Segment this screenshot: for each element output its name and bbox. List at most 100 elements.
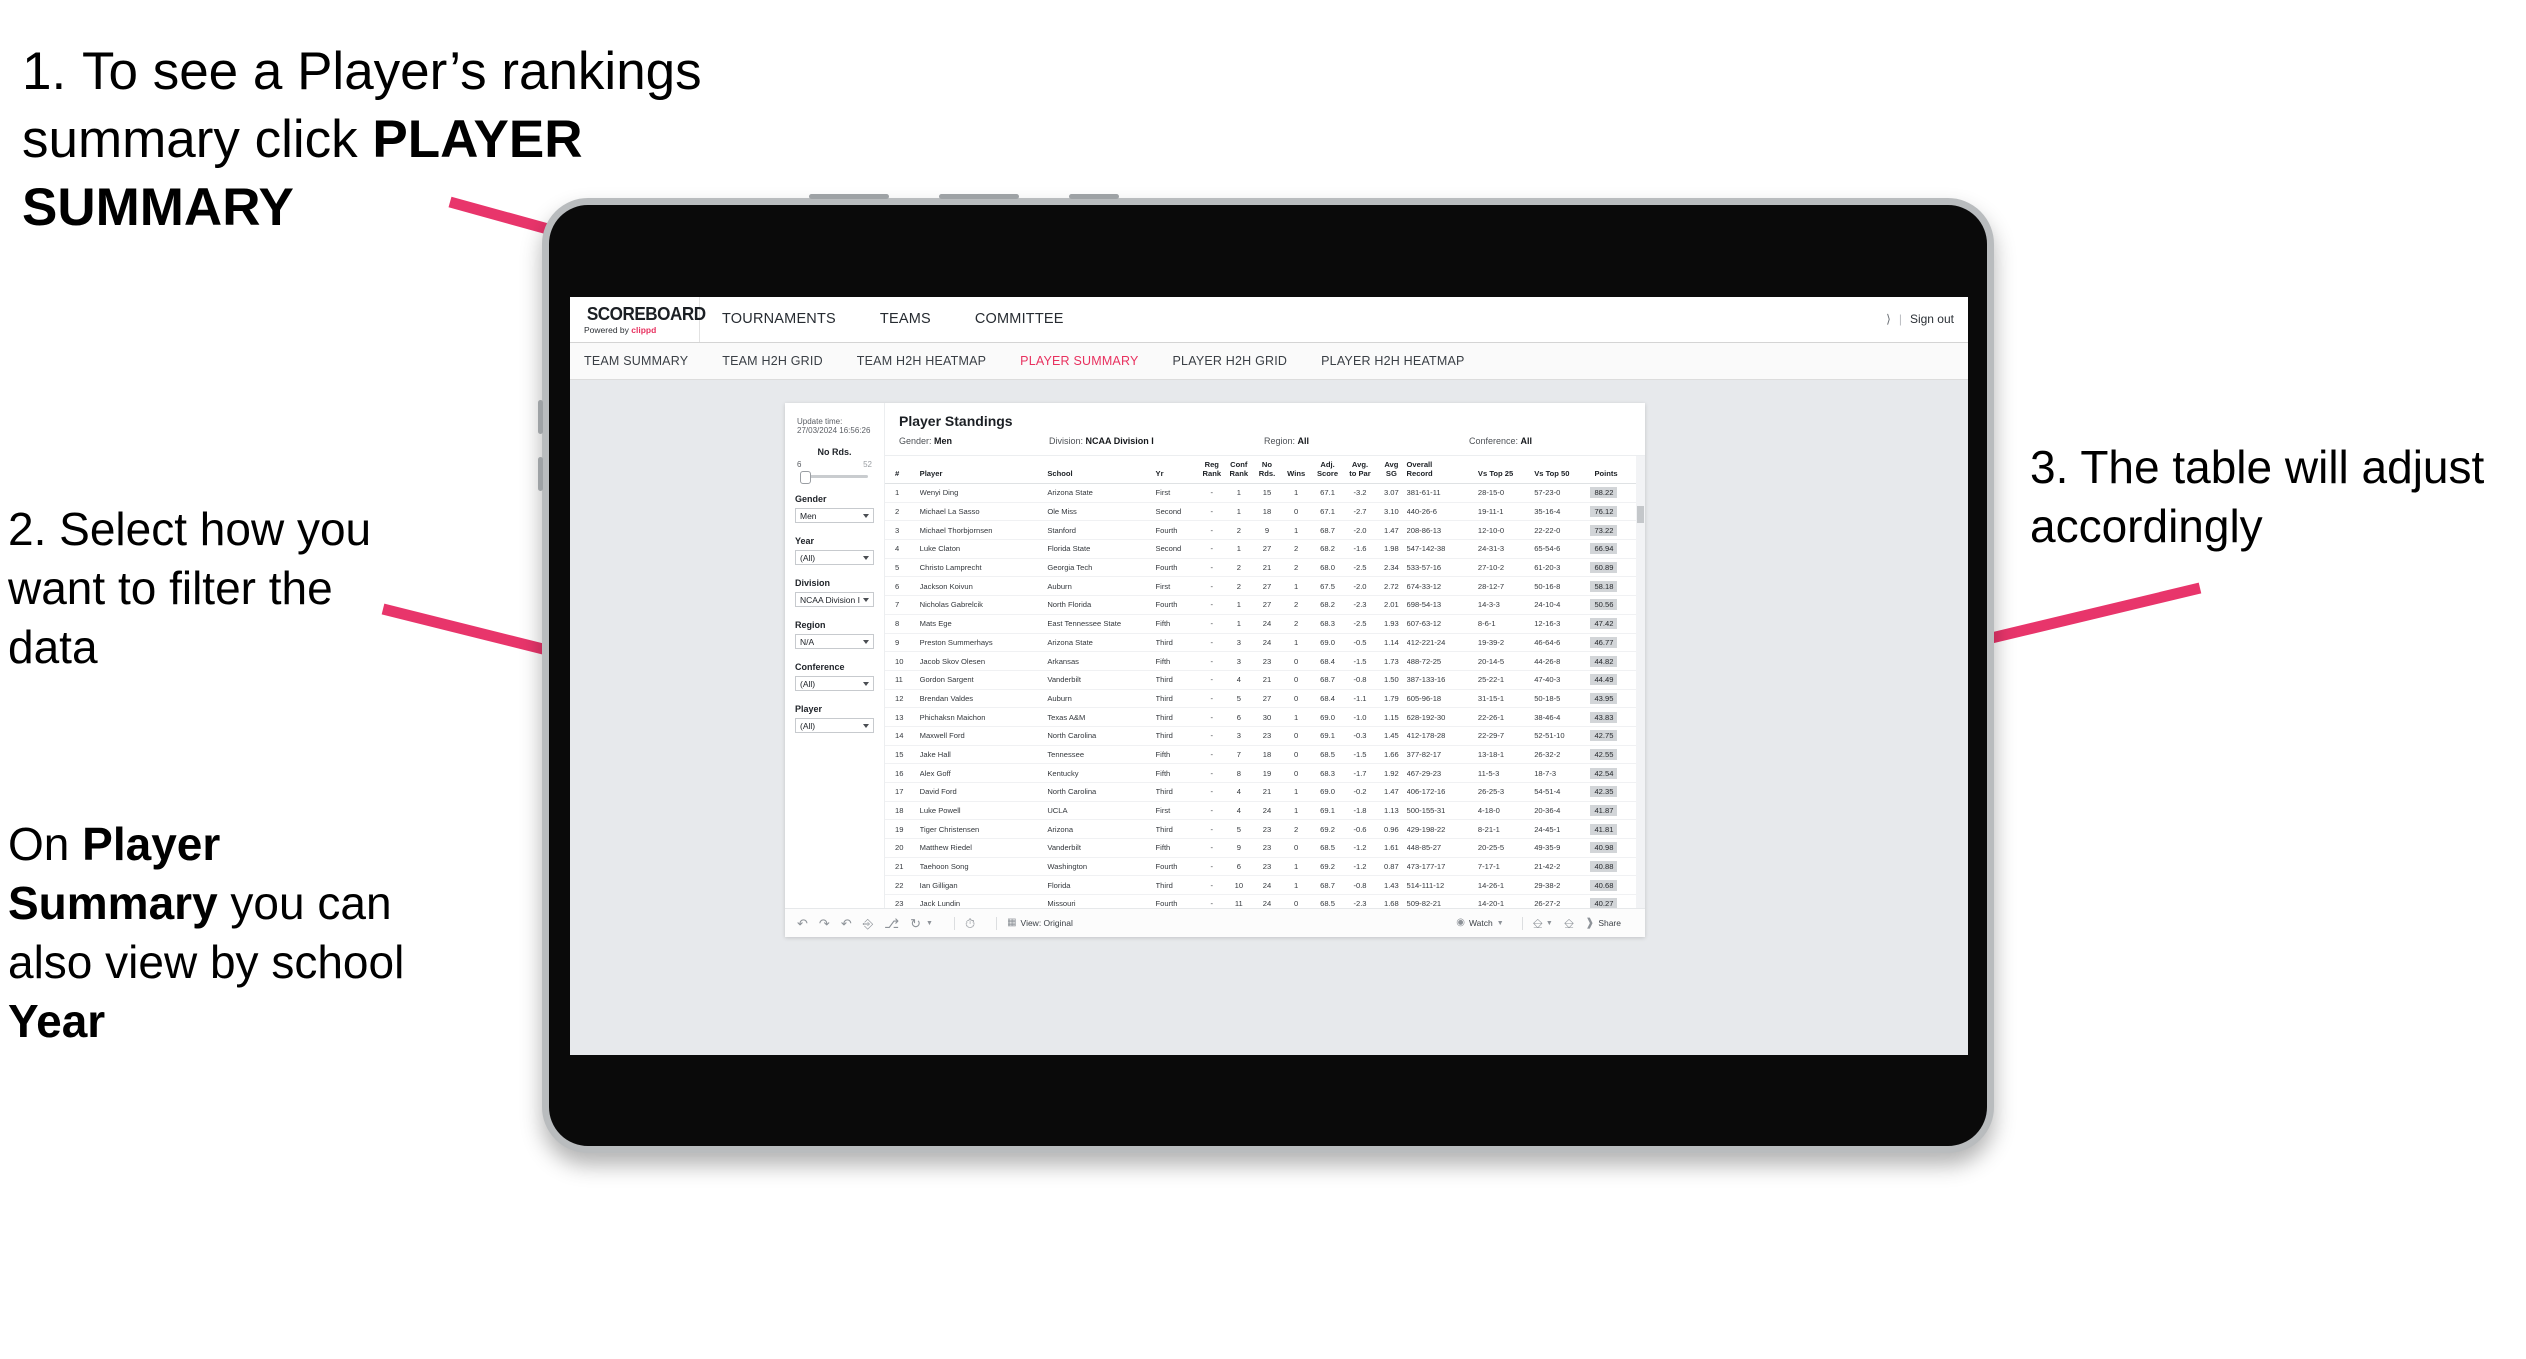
- annotation-step-2: 2. Select how you want to filter the dat…: [8, 503, 372, 673]
- criteria-gender-label: Gender:: [899, 436, 932, 446]
- filter-region-select[interactable]: N/A: [795, 634, 874, 649]
- scrollbar-thumb[interactable]: [1637, 506, 1644, 523]
- table-row[interactable]: 22 Ian Gilligan Florida Third -10 24 1 68.7 -0.8…: [885, 875, 1636, 896]
- table-row[interactable]: 7 Nicholas Gabrelcik North Florida Fourth -1…: [885, 595, 1636, 615]
- filter-conference-select[interactable]: (All): [795, 676, 874, 691]
- table-header-col-player[interactable]: Player: [919, 456, 1048, 484]
- table-row[interactable]: 4 Luke Claton Florida State Second -1 27 2 68.2…: [885, 539, 1636, 559]
- filter-gender-value: Men: [800, 510, 817, 521]
- table-row[interactable]: 9 Preston Summerhays Arizona State Third -3 2…: [885, 633, 1636, 653]
- share-icon[interactable]: ❱: [1585, 917, 1594, 929]
- filter-gender-select[interactable]: Men: [795, 508, 874, 523]
- table-scroll-area[interactable]: # Player School Yr Reg Rank Conf Rank No Rds. Wins…: [885, 456, 1645, 908]
- cell-col-school: Stanford: [1047, 520, 1156, 541]
- download-icon[interactable]: ⎒: [1533, 917, 1543, 930]
- table-row[interactable]: 16 Alex Goff Kentucky Fifth -8 19 0 68.3 -1.7 1.9…: [885, 763, 1636, 783]
- cell-col-avg-sg: 1.13: [1376, 801, 1407, 821]
- tab-player-h2h-grid[interactable]: PLAYER H2H GRID: [1173, 354, 1288, 368]
- cell-col-avg-to-par: -2.5: [1343, 558, 1377, 578]
- table-row[interactable]: 15 Jake Hall Tennessee Fifth -7 18 0 68.5 -1.5 1.…: [885, 745, 1636, 765]
- table-header-col-adj-score[interactable]: Adj. Score: [1311, 456, 1344, 484]
- tab-team-summary[interactable]: TEAM SUMMARY: [584, 354, 688, 368]
- table-row[interactable]: 18 Luke Powell UCLA First -4 24 1 69.1 -1.8 1.13 5…: [885, 801, 1636, 821]
- table-header-col-points[interactable]: Points: [1590, 456, 1636, 484]
- top-nav-tournaments[interactable]: TOURNAMENTS: [700, 297, 858, 342]
- table-row[interactable]: 10 Jacob Skov Olesen Arkansas Fifth -3 23 0 68.…: [885, 651, 1636, 671]
- table-row[interactable]: 21 Taehoon Song Washington Fourth -6 23 1 69.2-…: [885, 857, 1636, 877]
- points-badge: 40.68: [1590, 879, 1618, 891]
- top-nav-committee[interactable]: COMMITTEE: [953, 297, 1086, 342]
- chevron-down-icon[interactable]: ▼: [1546, 920, 1553, 927]
- slider-handle[interactable]: [800, 471, 811, 484]
- share-label[interactable]: Share: [1598, 918, 1621, 928]
- cell-col-yr: Fourth: [1155, 520, 1199, 541]
- table-header-col-school[interactable]: School: [1047, 456, 1156, 484]
- tab-team-h2h-heatmap[interactable]: TEAM H2H HEATMAP: [857, 354, 986, 368]
- sign-out-link[interactable]: Sign out: [1910, 312, 1954, 326]
- cell-col-vs-top-25: 22-26-1: [1477, 707, 1535, 727]
- table-header-col-overall-record[interactable]: Overall Record: [1406, 456, 1478, 484]
- table-row[interactable]: 5 Christo Lamprecht Georgia Tech Fourth -2 21…: [885, 558, 1636, 578]
- table-header-col-reg-rank[interactable]: Reg Rank: [1198, 456, 1225, 484]
- table-row[interactable]: 17 David Ford North Carolina Third -4 21 1 69.0…: [885, 782, 1636, 802]
- table-header-col-rank[interactable]: #: [885, 456, 920, 484]
- table-row[interactable]: 12 Brendan Valdes Auburn Third -5 27 0 68.4 -1.1…: [885, 689, 1636, 709]
- table-header-col-vs-top-50[interactable]: Vs Top 50: [1534, 456, 1591, 484]
- revert-icon[interactable]: ↶: [841, 917, 852, 930]
- filter-year-select[interactable]: (All): [795, 550, 874, 565]
- table-row[interactable]: 13 Phichaksn Maichon Texas A&M Third -6 30 1 69…: [885, 707, 1636, 727]
- table-header-col-avg-to-par[interactable]: Avg. to Par: [1343, 456, 1377, 484]
- cell-col-avg-sg: 2.34: [1376, 558, 1407, 578]
- view-label[interactable]: View: Original: [1021, 918, 1073, 928]
- cell-col-yr: Third: [1155, 819, 1199, 840]
- cell-col-yr: Second: [1155, 539, 1199, 559]
- table-row[interactable]: 20 Matthew Riedel Vanderbilt Fifth -9 23 0 68.5…: [885, 838, 1636, 858]
- cell-col-adj-score: 68.5: [1311, 894, 1344, 908]
- cell-col-wins: 1: [1281, 801, 1312, 821]
- undo-icon[interactable]: ↶: [797, 917, 808, 930]
- table-header-col-avg-sg[interactable]: Avg SG: [1376, 456, 1407, 484]
- tab-player-h2h-heatmap[interactable]: PLAYER H2H HEATMAP: [1321, 354, 1464, 368]
- cell-col-rank: 3: [885, 520, 920, 541]
- table-row[interactable]: 11 Gordon Sargent Vanderbilt Third -4 21 0 68.7…: [885, 670, 1636, 690]
- chevron-down-icon: [863, 682, 869, 686]
- criteria-row: Gender: Men Division: NCAA Division I Re…: [885, 436, 1645, 456]
- table-row[interactable]: 8 Mats Ege East Tennessee State Fifth -1 24 2 6…: [885, 614, 1636, 634]
- cell-col-points: 58.18: [1590, 576, 1636, 597]
- table-row[interactable]: 14 Maxwell Ford North Carolina Third -3 23 0 69…: [885, 726, 1636, 746]
- table-row[interactable]: 23 Jack Lundin Missouri Fourth -11 24 0 68.5 -2.…: [885, 894, 1636, 908]
- no-rounds-slider[interactable]: [795, 471, 874, 484]
- table-header-col-wins[interactable]: Wins: [1281, 456, 1312, 484]
- tab-player-summary[interactable]: PLAYER SUMMARY: [1020, 354, 1138, 368]
- cell-col-rank: 14: [885, 726, 920, 746]
- refresh-icon[interactable]: ↻: [910, 917, 921, 930]
- fullscreen-icon[interactable]: ⎒: [1564, 917, 1574, 930]
- chevron-down-icon[interactable]: ▼: [926, 920, 933, 927]
- filter-division-select[interactable]: NCAA Division I: [795, 592, 874, 607]
- cell-col-conf-rank: 1: [1224, 539, 1253, 559]
- watch-label[interactable]: Watch: [1469, 918, 1493, 928]
- app-logo[interactable]: SCOREBOARD Powered by clippd: [570, 297, 706, 342]
- table-row[interactable]: 1 Wenyi Ding Arizona State First -1 15 1 67.1 -3…: [885, 483, 1636, 503]
- table-row[interactable]: 6 Jackson Koivun Auburn First -2 27 1 67.5 -2.0 2…: [885, 576, 1636, 597]
- table-header-col-no-rds[interactable]: No Rds.: [1252, 456, 1282, 484]
- top-nav-teams[interactable]: TEAMS: [858, 297, 953, 342]
- resume-auto-update-icon[interactable]: ⎇: [884, 917, 899, 930]
- filter-player-select[interactable]: (All): [795, 718, 874, 733]
- redo-icon[interactable]: ↷: [819, 917, 830, 930]
- table-header-col-conf-rank[interactable]: Conf Rank: [1224, 456, 1253, 484]
- tab-team-h2h-grid[interactable]: TEAM H2H GRID: [722, 354, 823, 368]
- cell-col-rank: 20: [885, 838, 920, 858]
- cell-col-points: 50.56: [1590, 595, 1636, 615]
- chevron-down-icon[interactable]: ▼: [1497, 920, 1504, 927]
- cell-col-vs-top-25: 7-17-1: [1477, 857, 1535, 877]
- table-scrollbar[interactable]: [1636, 456, 1645, 908]
- table-header-col-vs-top-25[interactable]: Vs Top 25: [1477, 456, 1535, 484]
- table-row[interactable]: 19 Tiger Christensen Arizona Third -5 23 2 69.2…: [885, 819, 1636, 840]
- table-header-col-yr[interactable]: Yr: [1155, 456, 1199, 484]
- table-row[interactable]: 2 Michael La Sasso Ole Miss Second -1 18 0 67.1…: [885, 502, 1636, 522]
- pause-auto-update-icon[interactable]: ⎆: [863, 917, 873, 930]
- cell-col-vs-top-25: 19-11-1: [1477, 502, 1535, 522]
- table-row[interactable]: 3 Michael Thorbjornsen Stanford Fourth -2 9 1 6…: [885, 520, 1636, 541]
- clock-icon[interactable]: ⏱: [965, 917, 975, 930]
